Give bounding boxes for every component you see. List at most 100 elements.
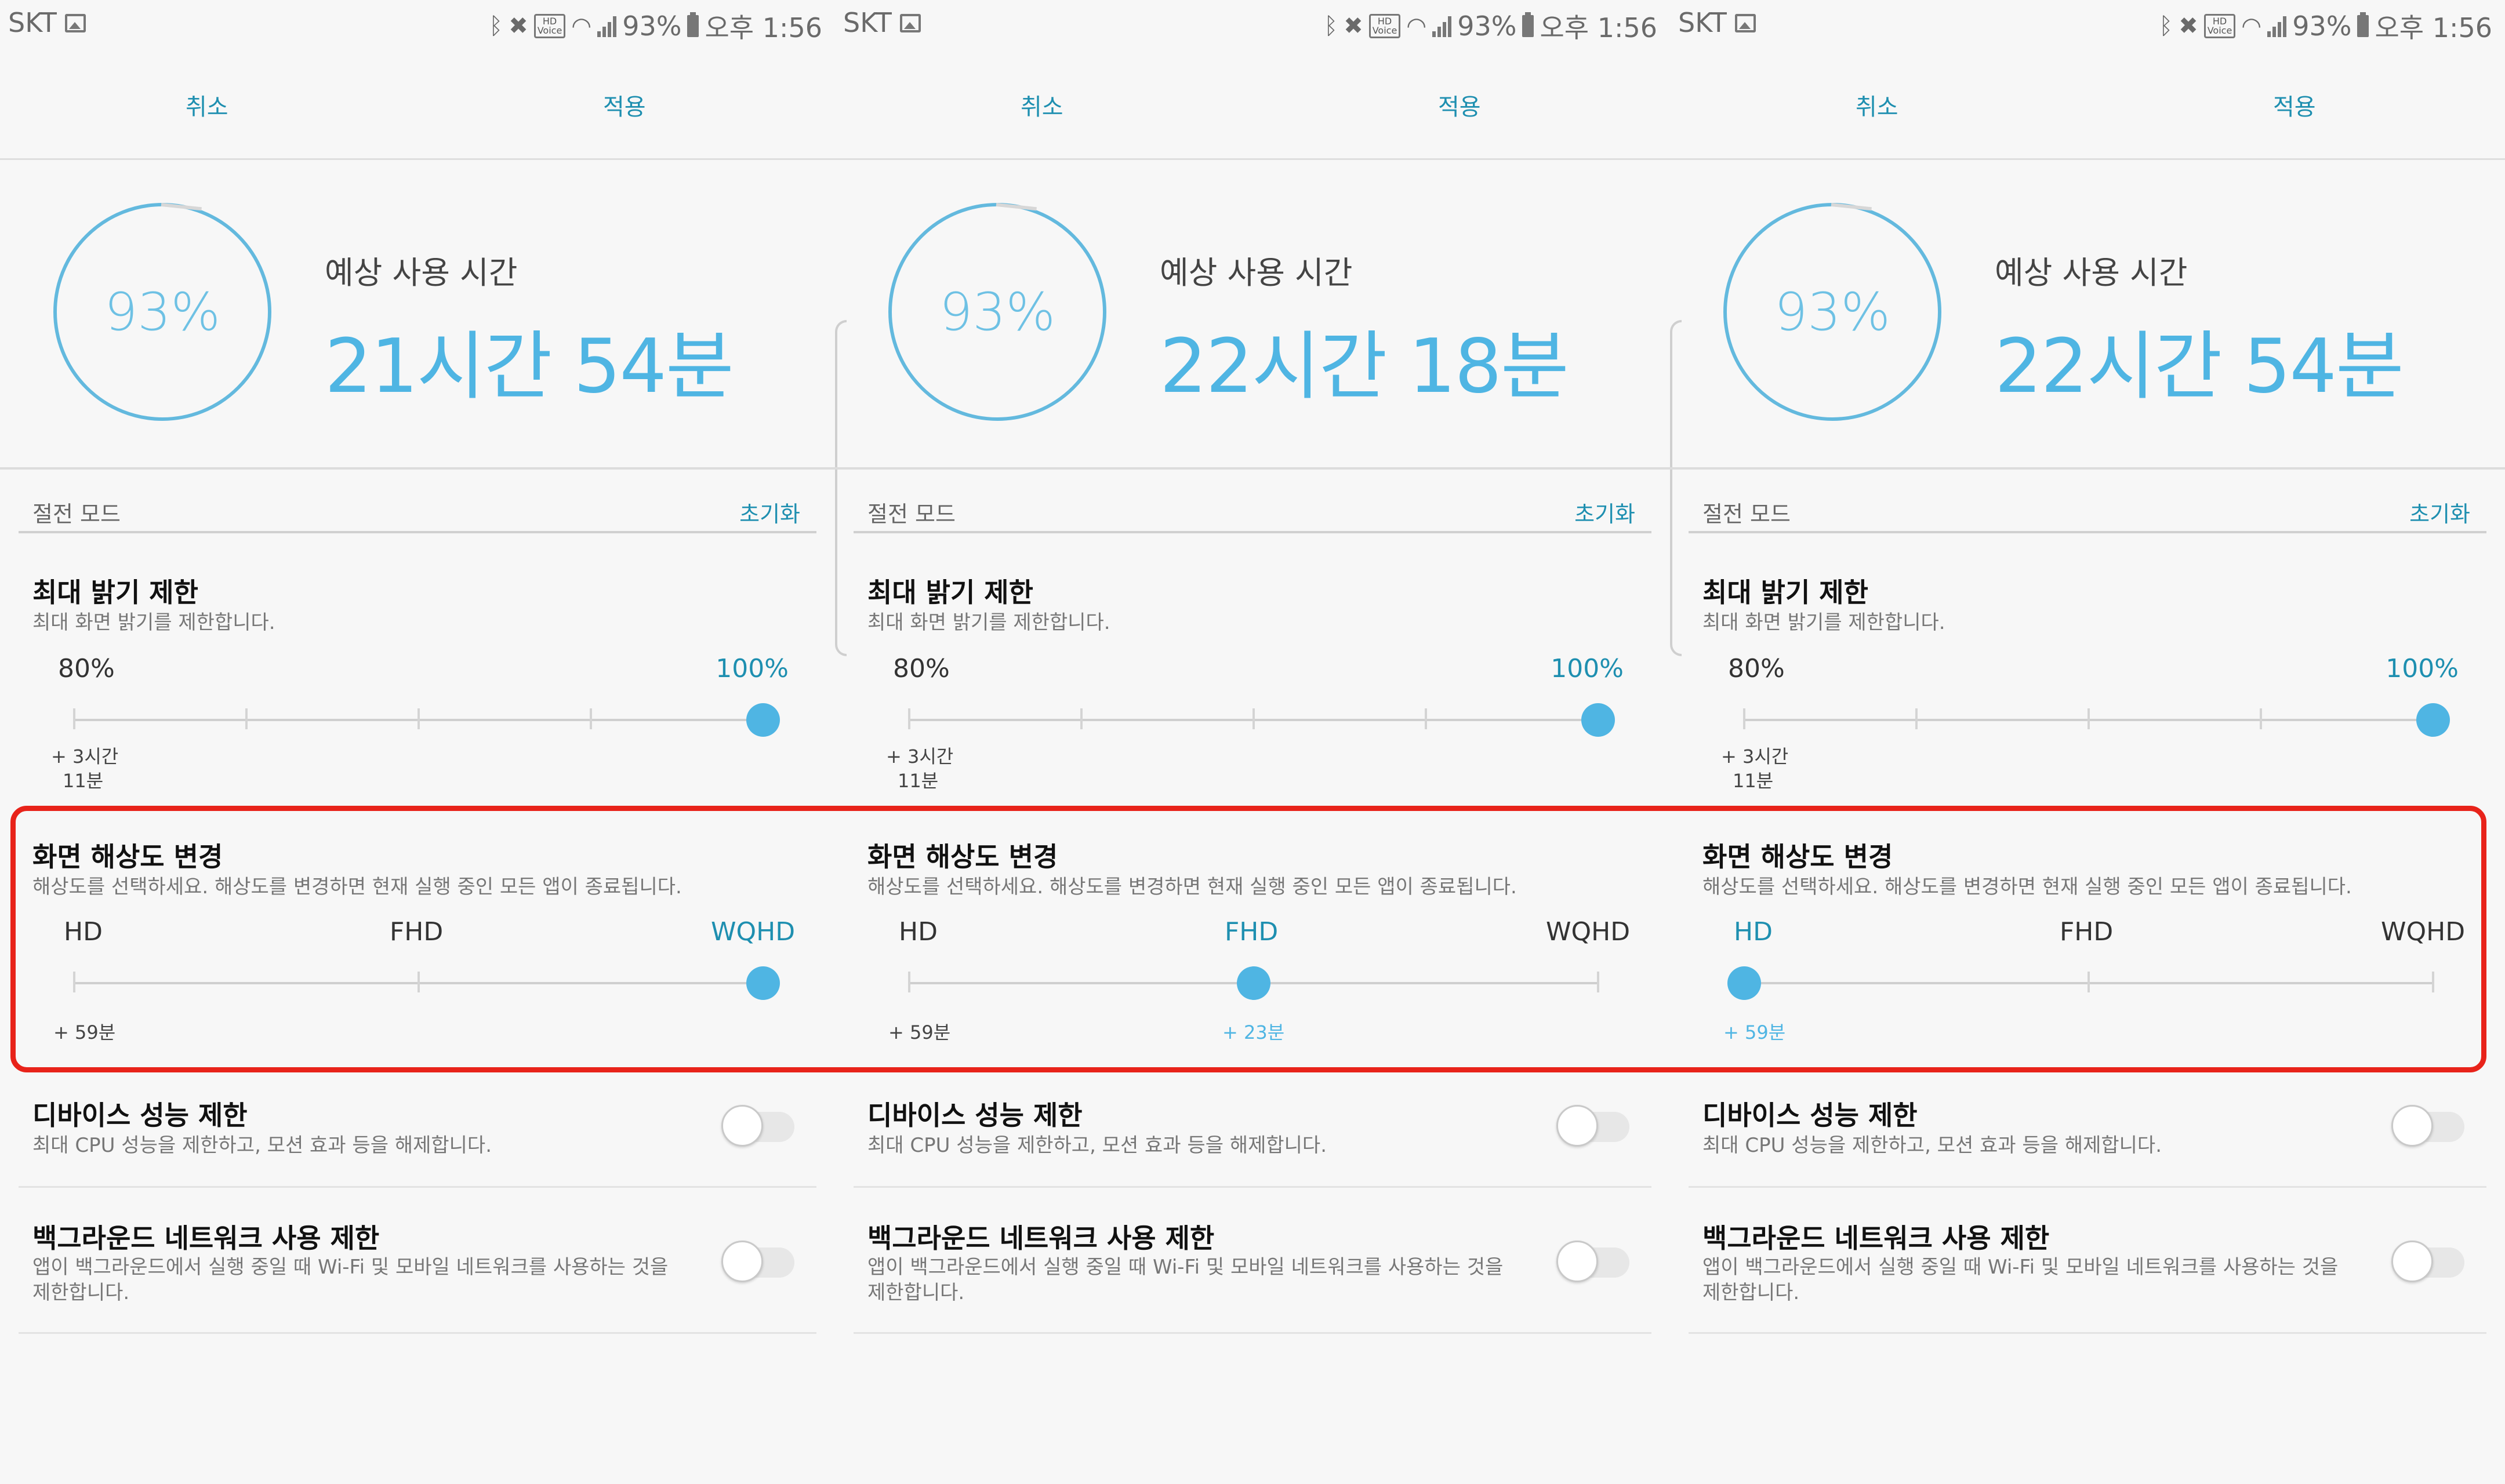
brightness-slider[interactable] (73, 703, 780, 737)
background-network-toggle[interactable] (1556, 1241, 1633, 1282)
brightness-time-gain-hours: + 3시간 (51, 745, 119, 768)
battery-percent: 93% (1457, 10, 1517, 42)
power-saving-header: 절전 모드 초기화 (854, 493, 1651, 533)
action-bar: 취소 적용 (1670, 52, 2505, 160)
resolution-option-fhd[interactable]: FHD (390, 917, 443, 947)
previous-card-edge (835, 320, 847, 656)
brightness-slider[interactable] (908, 703, 1615, 737)
section-title: 절전 모드 (867, 501, 956, 527)
mute-icon: ✖ (1344, 13, 1363, 39)
resolution-desc: 해상도를 선택하세요. 해상도를 변경하면 현재 실행 중인 모든 앱이 종료됩… (867, 875, 1517, 899)
hd-voice-icon: HD Voice (1368, 14, 1401, 38)
slider-tick (908, 972, 910, 992)
slider-tick (2432, 972, 2434, 992)
battery-level-text: 93% (104, 281, 221, 343)
brightness-limit-title: 최대 밝기 제한 (1702, 577, 1868, 608)
slider-tick (73, 708, 75, 729)
resolution-title: 화면 해상도 변경 (867, 841, 1058, 872)
background-network-title: 백그라운드 네트워크 사용 제한 (32, 1223, 380, 1254)
row-divider (1689, 1332, 2486, 1334)
reset-button[interactable]: 초기화 (739, 496, 800, 528)
resolution-option-fhd[interactable]: FHD (1225, 917, 1278, 947)
background-network-toggle[interactable] (721, 1241, 798, 1282)
gallery-notification-icon (65, 14, 86, 32)
resolution-desc: 해상도를 선택하세요. 해상도를 변경하면 현재 실행 중인 모든 앱이 종료됩… (1702, 875, 2352, 899)
section-title: 절전 모드 (1702, 501, 1791, 527)
background-network-toggle[interactable] (2391, 1241, 2468, 1282)
resolution-slider[interactable] (908, 966, 1599, 1000)
performance-limit-title: 디바이스 성능 제한 (1702, 1100, 1918, 1131)
battery-level-text: 93% (939, 281, 1056, 343)
apply-button[interactable]: 적용 (1438, 88, 1481, 122)
background-network-desc: 앱이 백그라운드에서 실행 중일 때 Wi-Fi 및 모바일 네트워크를 사용하… (1702, 1254, 2338, 1305)
bluetooth-icon: ᛒ (1324, 13, 1338, 39)
usage-time-value: 22시간 18분 (1160, 323, 1569, 410)
resolution-option-hd[interactable]: HD (64, 917, 103, 947)
resolution-slider-thumb[interactable] (1727, 966, 1761, 1000)
performance-limit-desc: 최대 CPU 성능을 제한하고, 모션 효과 등을 해제합니다. (32, 1134, 492, 1157)
cancel-button[interactable]: 취소 (186, 88, 228, 122)
cancel-button[interactable]: 취소 (1021, 88, 1063, 122)
resolution-option-wqhd[interactable]: WQHD (2381, 917, 2465, 947)
status-icons: ᛒ ✖ HD Voice ◠ 93% 오후 1:56 (1324, 7, 1657, 45)
resolution-slider[interactable] (73, 966, 780, 1000)
reset-button[interactable]: 초기화 (2409, 496, 2470, 528)
action-bar: 취소 적용 (835, 52, 1670, 160)
bluetooth-icon: ᛒ (489, 13, 503, 39)
brightness-min-label: 80% (58, 654, 115, 683)
brightness-limit-desc: 최대 화면 밝기를 제한합니다. (1702, 611, 1945, 634)
clock: 오후 1:56 (1540, 12, 1657, 43)
brightness-time-gain: + 3시간 11분 (51, 744, 118, 793)
brightness-time-gain-minutes: 11분 (1733, 770, 1774, 792)
brightness-time-gain-minutes: 11분 (898, 770, 939, 792)
resolution-option-hd[interactable]: HD (899, 917, 938, 947)
brightness-slider[interactable] (1743, 703, 2450, 737)
slider-tick (2088, 708, 2090, 729)
row-divider (1689, 1186, 2486, 1188)
power-saving-header: 절전 모드 초기화 (19, 493, 816, 533)
signal-icon (2267, 15, 2287, 37)
performance-limit-toggle[interactable] (721, 1105, 798, 1147)
resolution-option-wqhd[interactable]: WQHD (711, 917, 795, 947)
usage-time-label: 예상 사용 시간 (1160, 254, 1353, 291)
clock: 오후 1:56 (705, 12, 822, 43)
brightness-time-gain-minutes: 11분 (63, 770, 104, 792)
resolution-option-fhd[interactable]: FHD (2060, 917, 2113, 947)
resolution-option-hd[interactable]: HD (1734, 917, 1773, 947)
hd-time-gain: + 59분 (888, 1021, 951, 1043)
brightness-slider-thumb[interactable] (1581, 703, 1615, 737)
resolution-slider-thumb[interactable] (1237, 966, 1270, 1000)
brightness-slider-thumb[interactable] (746, 703, 780, 737)
performance-limit-title: 디바이스 성능 제한 (32, 1100, 248, 1131)
row-divider (19, 1186, 816, 1188)
gallery-notification-icon (1735, 14, 1756, 32)
brightness-limit-desc: 최대 화면 밝기를 제한합니다. (32, 611, 275, 634)
background-network-desc-line2: 제한합니다. (32, 1281, 130, 1304)
toggle-knob (721, 1241, 763, 1282)
background-network-title: 백그라운드 네트워크 사용 제한 (867, 1223, 1215, 1254)
resolution-desc: 해상도를 선택하세요. 해상도를 변경하면 현재 실행 중인 모든 앱이 종료됩… (32, 875, 682, 899)
battery-icon (2357, 12, 2369, 37)
resolution-slider-thumb[interactable] (746, 966, 780, 1000)
action-bar: 취소 적용 (0, 52, 835, 160)
reset-button[interactable]: 초기화 (1574, 496, 1635, 528)
brightness-slider-thumb[interactable] (2416, 703, 2450, 737)
row-divider (854, 1332, 1651, 1334)
performance-limit-toggle[interactable] (2391, 1105, 2468, 1147)
brightness-limit-title: 최대 밝기 제한 (32, 577, 198, 608)
selected-time-gain: + 23분 (1222, 1021, 1285, 1043)
signal-icon (597, 15, 617, 37)
hd-voice-icon: HD Voice (533, 14, 566, 38)
slider-tick (908, 708, 910, 729)
apply-button[interactable]: 적용 (603, 88, 646, 122)
brightness-limit-desc: 최대 화면 밝기를 제한합니다. (867, 611, 1110, 634)
apply-button[interactable]: 적용 (2273, 88, 2316, 122)
battery-percent: 93% (622, 10, 682, 42)
resolution-slider[interactable] (1727, 966, 2434, 1000)
battery-level-ring: 93% (53, 203, 271, 421)
divider (835, 467, 1670, 470)
usage-time-label: 예상 사용 시간 (325, 254, 518, 291)
resolution-option-wqhd[interactable]: WQHD (1546, 917, 1630, 947)
performance-limit-toggle[interactable] (1556, 1105, 1633, 1147)
cancel-button[interactable]: 취소 (1856, 88, 1898, 122)
